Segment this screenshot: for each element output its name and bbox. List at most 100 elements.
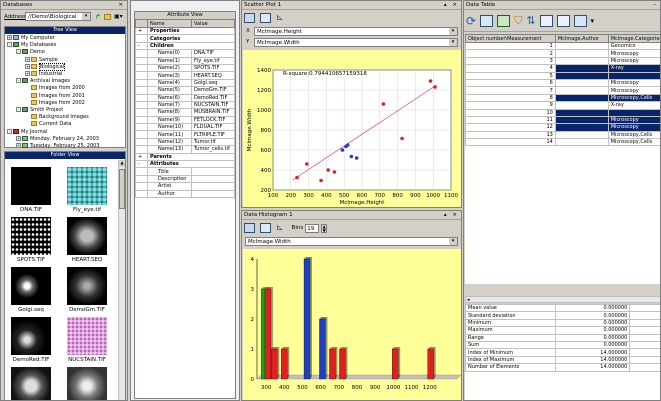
export-icon[interactable] <box>260 223 271 233</box>
column-header[interactable]: Object number\Measurement <box>465 34 556 43</box>
attribute-value[interactable] <box>191 182 235 191</box>
table-row[interactable]: 2Microscopy10/29/20 <box>465 49 660 58</box>
histogram-chart[interactable]: 0 1 2 3 4 300 400 500 600 700 800 900 1000 1100 1200 <box>243 249 462 400</box>
tree-item[interactable]: - Demo <box>5 49 125 56</box>
attribute-value[interactable] <box>191 174 235 184</box>
image-thumbnail[interactable] <box>11 217 51 255</box>
minimize-icon[interactable]: – <box>653 1 658 10</box>
go-icon[interactable]: ↱ <box>95 13 101 21</box>
table-cell[interactable]: 1 <box>465 41 556 51</box>
attribute-row[interactable]: Name(5) DemoGm.TIF <box>135 86 235 95</box>
chevron-down-icon[interactable]: ▾ <box>82 13 90 20</box>
attribute-value[interactable]: DemoGm.TIF <box>191 86 235 95</box>
scroll-thumb[interactable] <box>119 169 125 209</box>
image-thumbnail[interactable] <box>11 367 51 400</box>
tree-item[interactable]: - My Journal <box>5 128 125 136</box>
expand-icon[interactable]: + <box>16 135 21 141</box>
table-row[interactable]: 1010/29/20 <box>465 108 660 117</box>
tree-item[interactable]: + Monday, February 24, 2003 <box>5 135 125 143</box>
table-cell[interactable]: 2 <box>465 49 556 58</box>
close-icon[interactable]: ▴ × <box>444 211 459 220</box>
tree-item[interactable]: + Sample <box>5 56 125 64</box>
tree-item[interactable]: - Smith Project <box>5 107 125 114</box>
image-thumbnail[interactable] <box>67 167 107 205</box>
table-cell[interactable]: 13 <box>465 130 556 140</box>
table-cell[interactable]: Microscopy,Cells <box>607 93 660 103</box>
attribute-row[interactable]: Name(9) FETLOCK.TIF <box>135 115 235 125</box>
x-field-dropdown[interactable]: McImage.Height ▾ <box>254 27 458 36</box>
table-row[interactable]: 3Microscopy10/29/20 <box>465 56 660 66</box>
sort-icon[interactable]: ⇅ <box>526 14 535 27</box>
table-cell[interactable]: 14 <box>465 138 556 147</box>
attribute-row[interactable]: Name(3) HEART.SEQ <box>135 71 235 80</box>
expand-icon[interactable]: + <box>7 35 12 40</box>
table-cell[interactable]: Microscopy,Cells <box>607 138 660 147</box>
scrollbar[interactable]: ▲ <box>118 160 125 400</box>
table-cell[interactable] <box>607 71 660 80</box>
attribute-expander[interactable]: + <box>135 152 148 162</box>
table-row[interactable]: 7Microscopy10/29/20 <box>465 86 660 95</box>
attribute-value[interactable]: FLTRIPLE.TIF <box>191 130 235 139</box>
folder-up-icon[interactable] <box>104 14 111 20</box>
table-cell[interactable]: Genomics <box>607 41 660 51</box>
more-icon[interactable]: ▾ <box>591 17 595 25</box>
attribute-expander[interactable]: + <box>135 26 148 36</box>
chart-icon[interactable] <box>497 14 511 27</box>
filter-icon[interactable]: ⛉ <box>514 14 522 28</box>
copy-chart-icon[interactable] <box>244 13 255 23</box>
image-thumbnail[interactable] <box>67 267 107 305</box>
table-cell[interactable]: 6 <box>465 78 556 88</box>
chevron-down-icon[interactable]: ▾ <box>449 28 457 35</box>
export-icon[interactable] <box>260 13 271 23</box>
table-cell[interactable]: 10 <box>465 108 556 117</box>
expand-icon[interactable]: + <box>25 71 30 77</box>
table-cell[interactable]: 5 <box>465 71 556 80</box>
copy-chart-icon[interactable] <box>244 223 255 233</box>
attribute-row[interactable]: Name(6) DemoRed.TIF <box>135 93 235 102</box>
collapse-icon[interactable]: - <box>16 78 21 84</box>
table-row[interactable]: 8Microscopy,Cells10/29/20 <box>465 93 660 103</box>
attribute-row[interactable]: Name(13) Tumor_cells.tif <box>135 145 235 154</box>
expand-icon[interactable]: + <box>25 56 30 62</box>
attribute-row[interactable]: Name(4) Golgi.seq <box>135 78 235 88</box>
attribute-row[interactable]: Categories <box>135 34 235 43</box>
table-row[interactable]: 1Genomics10/29/20 <box>465 41 660 51</box>
attribute-row[interactable]: Title <box>135 167 235 176</box>
table-row[interactable]: 14Microscopy,Cells10/29/20 <box>465 138 660 147</box>
table-row[interactable]: 510/29/20 <box>465 71 660 80</box>
attribute-row[interactable]: - Children <box>135 41 235 51</box>
rows-icon[interactable] <box>556 14 570 27</box>
tree-item[interactable]: Images from 2001 <box>5 92 125 100</box>
attribute-row[interactable]: + Parents <box>135 152 235 162</box>
table-cell[interactable] <box>554 86 609 95</box>
table-cell[interactable]: Microscopy <box>607 56 660 66</box>
attribute-row[interactable]: Name(8) MUSBRAIN.TIF <box>135 108 235 117</box>
expand-icon[interactable]: + <box>25 63 30 69</box>
attribute-value[interactable]: DNA.TIF <box>191 49 235 58</box>
table-cell[interactable]: 9 <box>465 101 556 110</box>
attribute-row[interactable]: Name(10) FLDUAL.TIF <box>135 123 235 132</box>
table-cell[interactable] <box>554 71 609 80</box>
table-row[interactable]: 9X-ray10/29/20 <box>465 101 660 110</box>
image-thumbnail[interactable] <box>67 317 107 355</box>
close-icon[interactable]: × <box>118 1 125 10</box>
table-cell[interactable] <box>554 123 609 132</box>
tree-item[interactable]: + Tuesday, February 25, 2003 <box>5 143 125 150</box>
export-data-icon[interactable] <box>573 14 587 27</box>
address-dropdown[interactable]: //Demo\Biological ▾ <box>25 12 91 21</box>
collapse-icon[interactable]: - <box>7 42 12 48</box>
table-cell[interactable] <box>554 64 609 73</box>
image-thumbnail[interactable] <box>67 367 107 400</box>
table-cell[interactable]: Microscopy <box>607 49 660 58</box>
attribute-row[interactable]: Artist <box>135 182 235 191</box>
attribute-row[interactable]: + Properties <box>135 26 235 36</box>
bins-spinner[interactable]: ▲ ▼ <box>321 223 328 233</box>
tree-item[interactable]: - Archival Images <box>5 78 125 85</box>
collapse-icon[interactable]: - <box>16 107 21 113</box>
h-scrollbar[interactable]: ◂ <box>465 296 660 303</box>
axis-settings-icon[interactable]: ⊾ <box>276 13 284 23</box>
image-thumbnail[interactable] <box>11 167 51 205</box>
table-cell[interactable] <box>554 138 609 147</box>
table-cell[interactable] <box>554 78 609 88</box>
tree-item[interactable]: Current Data <box>5 121 125 128</box>
